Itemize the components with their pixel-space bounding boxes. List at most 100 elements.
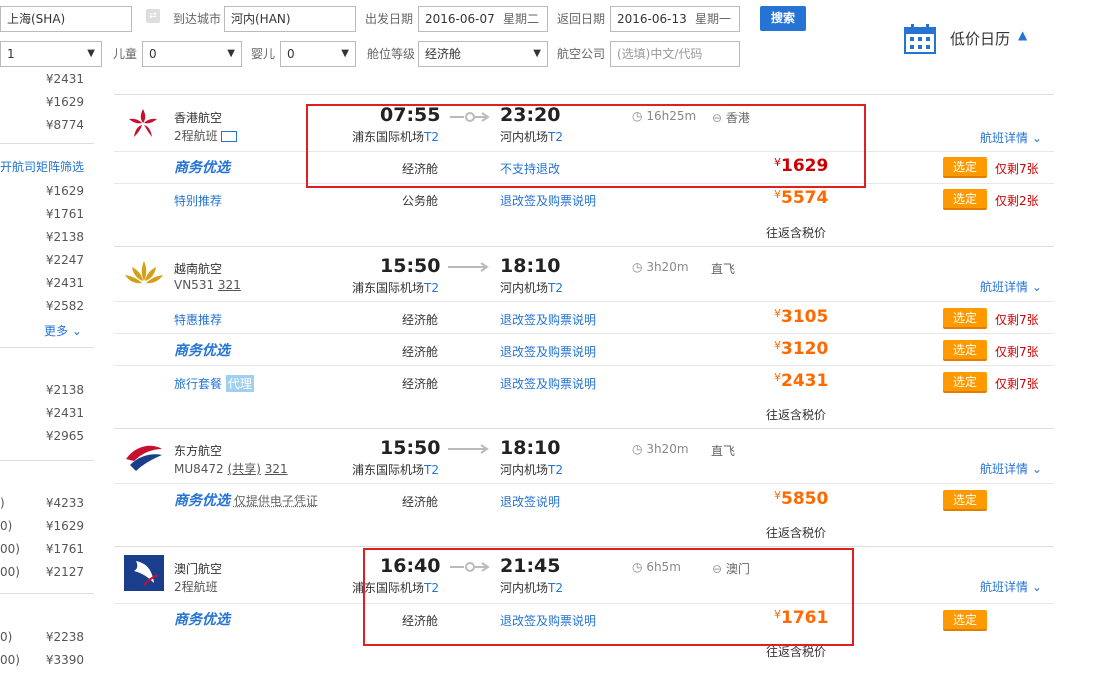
- arrive-time: 18:10: [500, 255, 561, 277]
- calendar-icon[interactable]: [904, 24, 936, 54]
- fare-type-label: 商务优选: [174, 612, 230, 628]
- sidebar-price[interactable]: ¥1629: [46, 184, 84, 198]
- clock-icon: ◷: [632, 260, 643, 274]
- swap-icon[interactable]: ⇄: [146, 9, 160, 23]
- adults-select[interactable]: 1 ▼: [0, 41, 102, 67]
- fare-type[interactable]: 旅行套餐 代理: [174, 375, 254, 392]
- divider: [0, 347, 94, 348]
- fare-rule-link[interactable]: 退改签及购票说明: [500, 375, 596, 392]
- sidebar-price[interactable]: ¥8774: [46, 118, 84, 132]
- flight-number: VN531 321: [174, 278, 241, 292]
- select-fare-button[interactable]: 选定: [943, 189, 987, 210]
- fare-price-value: 3120: [781, 339, 829, 359]
- from-city-input[interactable]: 上海(SHA): [0, 6, 132, 32]
- fare-price: ¥2431: [774, 371, 829, 391]
- flight-details-label: 航班详情: [980, 131, 1029, 145]
- direct-arrow-icon: [448, 444, 489, 454]
- sidebar-price[interactable]: ¥2238: [46, 630, 84, 644]
- infants-select[interactable]: 0 ▼: [280, 41, 356, 67]
- flight-details-label: 航班详情: [980, 580, 1029, 594]
- fare-cabin: 经济舱: [402, 377, 439, 391]
- fare-type[interactable]: 商务优选 仅提供电子凭证: [174, 490, 318, 510]
- sidebar-price[interactable]: ¥2138: [46, 230, 84, 244]
- children-select[interactable]: 0 ▼: [142, 41, 242, 67]
- depart-time: 15:50: [380, 437, 441, 459]
- fare-rule-link[interactable]: 退改签及购票说明: [500, 343, 596, 360]
- duration-text: 3h20m: [646, 260, 689, 274]
- more-link[interactable]: 更多 ⌄: [44, 322, 82, 339]
- plane-type-link[interactable]: 321: [265, 462, 288, 476]
- fare-type[interactable]: 商务优选: [174, 157, 230, 177]
- depart-date-input[interactable]: 2016-06-07 星期二: [418, 6, 548, 32]
- fare-type[interactable]: 商务优选: [174, 609, 230, 629]
- sidebar-price[interactable]: ¥1629: [46, 519, 84, 533]
- adults-value: 1: [7, 47, 15, 61]
- chevron-down-icon: ▼: [227, 48, 235, 59]
- duration-text: 3h20m: [646, 442, 689, 456]
- sidebar-price[interactable]: ¥2247: [46, 253, 84, 267]
- round-trip-tax-note: 往返含税价: [766, 408, 827, 422]
- fare-price-value: 5574: [781, 188, 829, 208]
- round-trip-tax-note: 往返含税价: [766, 226, 827, 240]
- direct-flight-label: 直飞: [711, 262, 736, 276]
- fare-type-label: 商务优选: [174, 160, 230, 176]
- fare-price: ¥3120: [774, 339, 829, 359]
- china-eastern-logo-icon: [126, 445, 162, 471]
- sidebar-price[interactable]: ¥2138: [46, 383, 84, 397]
- sidebar-price[interactable]: ¥4233: [46, 496, 84, 510]
- sidebar-price[interactable]: ¥2127: [46, 565, 84, 579]
- flight-details-label: 航班详情: [980, 280, 1029, 294]
- to-city-input[interactable]: 河内(HAN): [224, 6, 356, 32]
- sidebar-price[interactable]: ¥1629: [46, 95, 84, 109]
- clock-icon: ◷: [632, 442, 643, 456]
- sidebar-price[interactable]: ¥2431: [46, 72, 84, 86]
- depart-time: 15:50: [380, 255, 441, 277]
- cabin-label: 舱位等级: [367, 47, 416, 61]
- sidebar-price[interactable]: ¥3390: [46, 653, 84, 667]
- low-price-calendar-title[interactable]: 低价日历: [950, 28, 1010, 49]
- select-fare-button[interactable]: 选定: [943, 610, 987, 631]
- sidebar-price[interactable]: ¥2431: [46, 276, 84, 290]
- plane-type-link[interactable]: 321: [218, 278, 241, 292]
- sidebar-row-label: 00): [0, 653, 20, 667]
- chevron-up-icon[interactable]: ▲: [1018, 28, 1027, 42]
- airline-matrix-filter-link[interactable]: 开航司矩阵筛选: [0, 158, 84, 175]
- flight-details-link[interactable]: 航班详情 ⌄: [980, 578, 1042, 595]
- flight-details-link[interactable]: 航班详情 ⌄: [980, 129, 1042, 146]
- depart-terminal: T2: [424, 463, 439, 477]
- select-fare-button[interactable]: 选定: [943, 308, 987, 329]
- fare-cabin: 经济舱: [402, 313, 439, 327]
- arrive-airport-name: 河内机场: [500, 281, 549, 295]
- sidebar-price[interactable]: ¥2965: [46, 429, 84, 443]
- sidebar-price[interactable]: ¥1761: [46, 207, 84, 221]
- cabin-select[interactable]: 经济舱 ▼: [418, 41, 548, 67]
- fare-type[interactable]: 特惠推荐: [174, 311, 222, 328]
- codeshare-link[interactable]: (共享): [228, 462, 261, 476]
- fare-rule-link[interactable]: 退改签及购票说明: [500, 311, 596, 328]
- seats-left: 仅剩7张: [995, 345, 1039, 359]
- airline-input[interactable]: (选填)中文/代码: [610, 41, 740, 67]
- fare-rule-link[interactable]: 退改签及购票说明: [500, 192, 596, 209]
- sidebar-price[interactable]: ¥1761: [46, 542, 84, 556]
- return-date-input[interactable]: 2016-06-13 星期一: [610, 6, 740, 32]
- search-button[interactable]: 搜索: [760, 6, 806, 31]
- e-voucher-note: 仅提供电子凭证: [233, 494, 318, 508]
- fare-rule-link[interactable]: 退改签说明: [500, 493, 560, 510]
- select-fare-button[interactable]: 选定: [943, 157, 987, 178]
- sidebar-row-label: 0): [0, 630, 13, 644]
- fare-type[interactable]: 特别推荐: [174, 192, 222, 209]
- select-fare-button[interactable]: 选定: [943, 372, 987, 393]
- flight-details-link[interactable]: 航班详情 ⌄: [980, 460, 1042, 477]
- sidebar-price[interactable]: ¥2431: [46, 406, 84, 420]
- select-fare-button[interactable]: 选定: [943, 340, 987, 361]
- sidebar-row-label: 00): [0, 565, 20, 579]
- fare-price-value: 2431: [781, 371, 829, 391]
- flight-details-link[interactable]: 航班详情 ⌄: [980, 278, 1042, 295]
- flight-number: 2程航班: [174, 580, 218, 594]
- select-fare-button[interactable]: 选定: [943, 490, 987, 511]
- child-label: 儿童: [113, 47, 138, 61]
- divider: [0, 593, 94, 594]
- fare-type[interactable]: 商务优选: [174, 340, 230, 360]
- sidebar-price[interactable]: ¥2582: [46, 299, 84, 313]
- air-macau-logo-icon: [124, 555, 164, 591]
